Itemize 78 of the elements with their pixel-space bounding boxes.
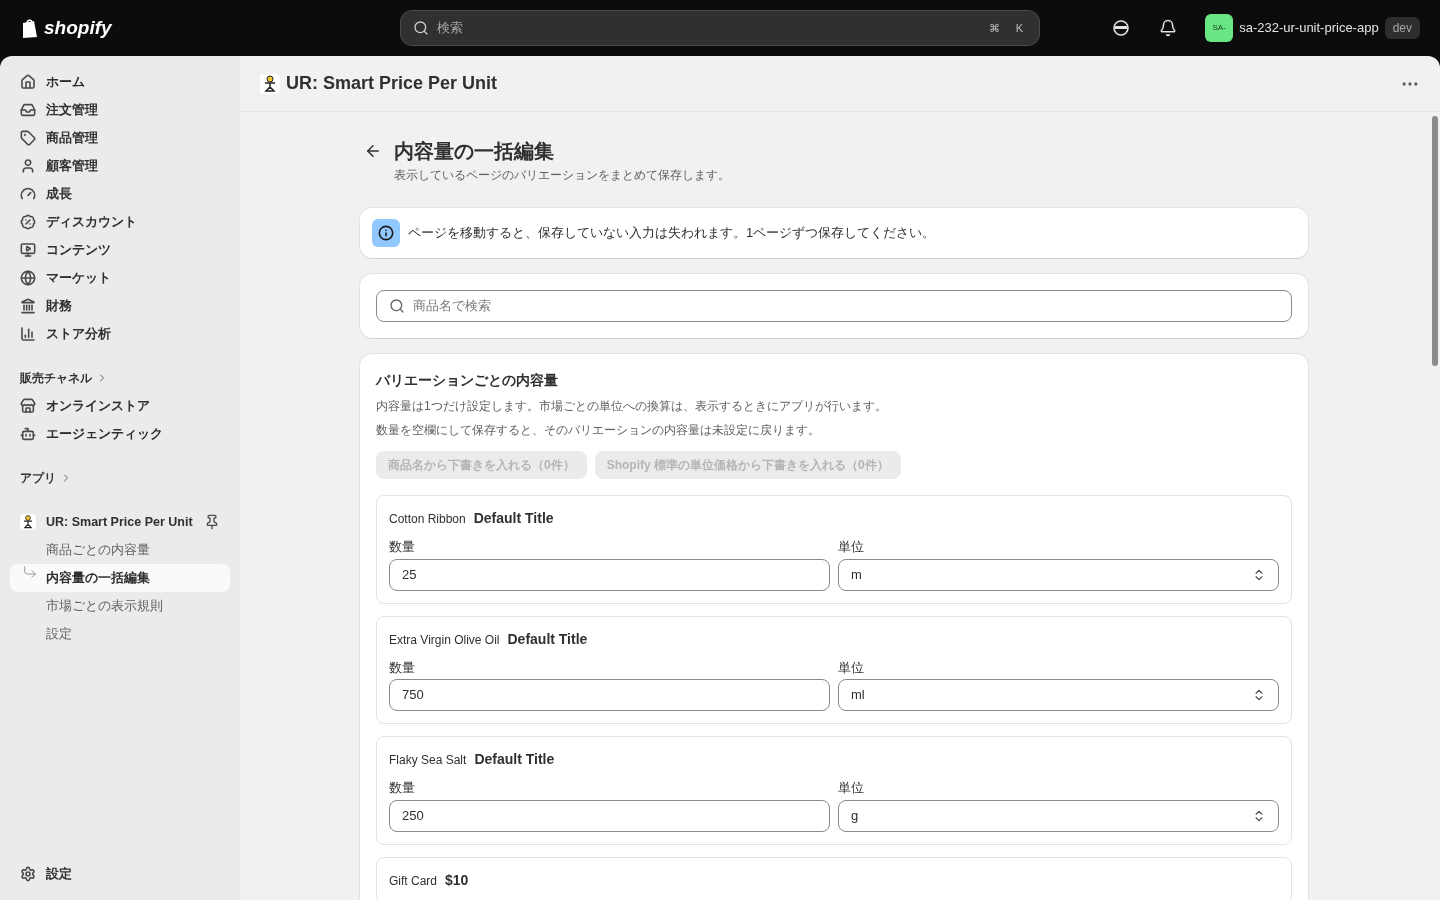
info-icon <box>378 225 394 241</box>
pin-icon[interactable] <box>204 514 220 530</box>
quantity-field[interactable]: 250 <box>389 799 830 832</box>
globe-icon <box>20 270 36 286</box>
settings-nav-item[interactable]: 設定 <box>46 864 72 884</box>
nav-item[interactable]: 財務 <box>10 292 230 320</box>
store-name[interactable]: sa-232-ur-unit-price-app <box>1239 18 1379 38</box>
settings-icon <box>20 866 36 882</box>
nav-item[interactable]: ホーム <box>10 68 230 96</box>
nav-item[interactable]: 注文管理 <box>10 96 230 124</box>
field-label: 単位 <box>838 538 865 556</box>
field-label: 数量 <box>389 538 416 556</box>
search-icon <box>413 20 429 36</box>
variant-title: $10 <box>445 870 469 890</box>
product-name: Extra Virgin Olive Oil <box>389 631 500 649</box>
product-name: Cotton Ribbon <box>389 511 466 528</box>
shortcut-key: ⌘ <box>984 19 1004 37</box>
subnav-item[interactable]: 設定 <box>10 620 230 648</box>
section-note: 内容量は1つだけ設定します。市場ごとの単位への換算は、表示するときにアプリが行います。 <box>376 398 888 415</box>
monitor-icon <box>20 242 36 258</box>
search-icon <box>389 298 405 314</box>
quantity-field[interactable]: 750 <box>389 679 830 711</box>
product-search-field[interactable]: 商品名で検索 <box>376 290 1292 322</box>
tree-connector-icon <box>22 564 38 580</box>
scrollbar-thumb[interactable] <box>1432 116 1438 366</box>
nav-item[interactable]: ストア分析 <box>10 320 230 348</box>
app-nav-item[interactable]: UR: Smart Price Per Unit <box>46 512 194 532</box>
shortcut-key: K <box>1011 19 1027 37</box>
subnav-item[interactable]: 内容量の一括編集 <box>10 564 230 592</box>
banner-text: ページを移動すると、保存していない入力は失われます。1ページずつ保存してください。 <box>408 224 936 243</box>
product-name: Flaky Sea Salt <box>389 752 467 769</box>
nav-item[interactable]: ディスカウント <box>10 208 230 236</box>
nav-item[interactable]: 成長 <box>10 180 230 208</box>
app-title: UR: Smart Price Per Unit <box>286 72 499 95</box>
field-label: 単位 <box>838 779 865 797</box>
section-heading[interactable]: 販売チャネル <box>20 369 92 387</box>
section-title: バリエーションごとの内容量 <box>376 371 559 390</box>
variant-title: Default Title <box>507 629 588 649</box>
page-title: 内容量の一括編集 <box>394 139 555 164</box>
page-subtitle: 表示しているページのバリエーションをまとめて保存します。 <box>394 167 730 184</box>
store-icon <box>20 398 36 414</box>
nav-item[interactable]: エージェンティック <box>10 420 230 448</box>
field-label: 単位 <box>838 658 865 677</box>
tag-icon <box>20 130 36 146</box>
field-label: 数量 <box>389 779 416 797</box>
nav-item[interactable]: コンテンツ <box>10 236 230 264</box>
unit-select[interactable]: m <box>838 558 1279 591</box>
subnav-item[interactable]: 市場ごとの表示規則 <box>10 592 230 620</box>
nav-item[interactable]: マーケット <box>10 264 230 292</box>
person-icon <box>20 158 36 174</box>
store-badge: dev <box>1384 17 1420 39</box>
nav-item[interactable]: 顧客管理 <box>10 152 230 180</box>
field-label: 数量 <box>389 658 416 677</box>
shopping-bag-icon <box>20 17 40 39</box>
unit-select[interactable]: g <box>838 799 1279 832</box>
app-logo-icon <box>260 73 280 94</box>
nav-item[interactable]: オンラインストア <box>10 392 230 420</box>
variant-title: Default Title <box>473 509 554 528</box>
logo-text: shopify <box>44 15 112 40</box>
bank-icon <box>20 298 36 314</box>
home-icon <box>20 74 36 90</box>
section-heading[interactable]: アプリ <box>20 469 56 487</box>
section-note: 数量を空欄にして保存すると、そのバリエーションの内容量は未設定に戻ります。 <box>376 422 821 439</box>
variant-title: Default Title <box>474 750 555 769</box>
gauge-icon <box>20 186 36 202</box>
search-field[interactable]: 検索 ⌘ K <box>400 10 1040 46</box>
discount-icon <box>20 214 36 230</box>
product-name: Gift Card <box>389 872 437 890</box>
app-logo-icon <box>20 514 36 530</box>
robot-icon <box>20 426 36 442</box>
inbox-icon <box>20 102 36 118</box>
unit-select[interactable]: ml <box>838 679 1279 711</box>
store-avatar[interactable]: SA- <box>1205 14 1234 42</box>
nav-item[interactable]: 商品管理 <box>10 124 230 152</box>
subnav-item[interactable]: 商品ごとの内容量 <box>10 536 230 564</box>
quantity-field[interactable]: 25 <box>389 558 830 591</box>
bell-icon[interactable] <box>1159 19 1178 37</box>
bar-chart-icon <box>20 326 36 342</box>
